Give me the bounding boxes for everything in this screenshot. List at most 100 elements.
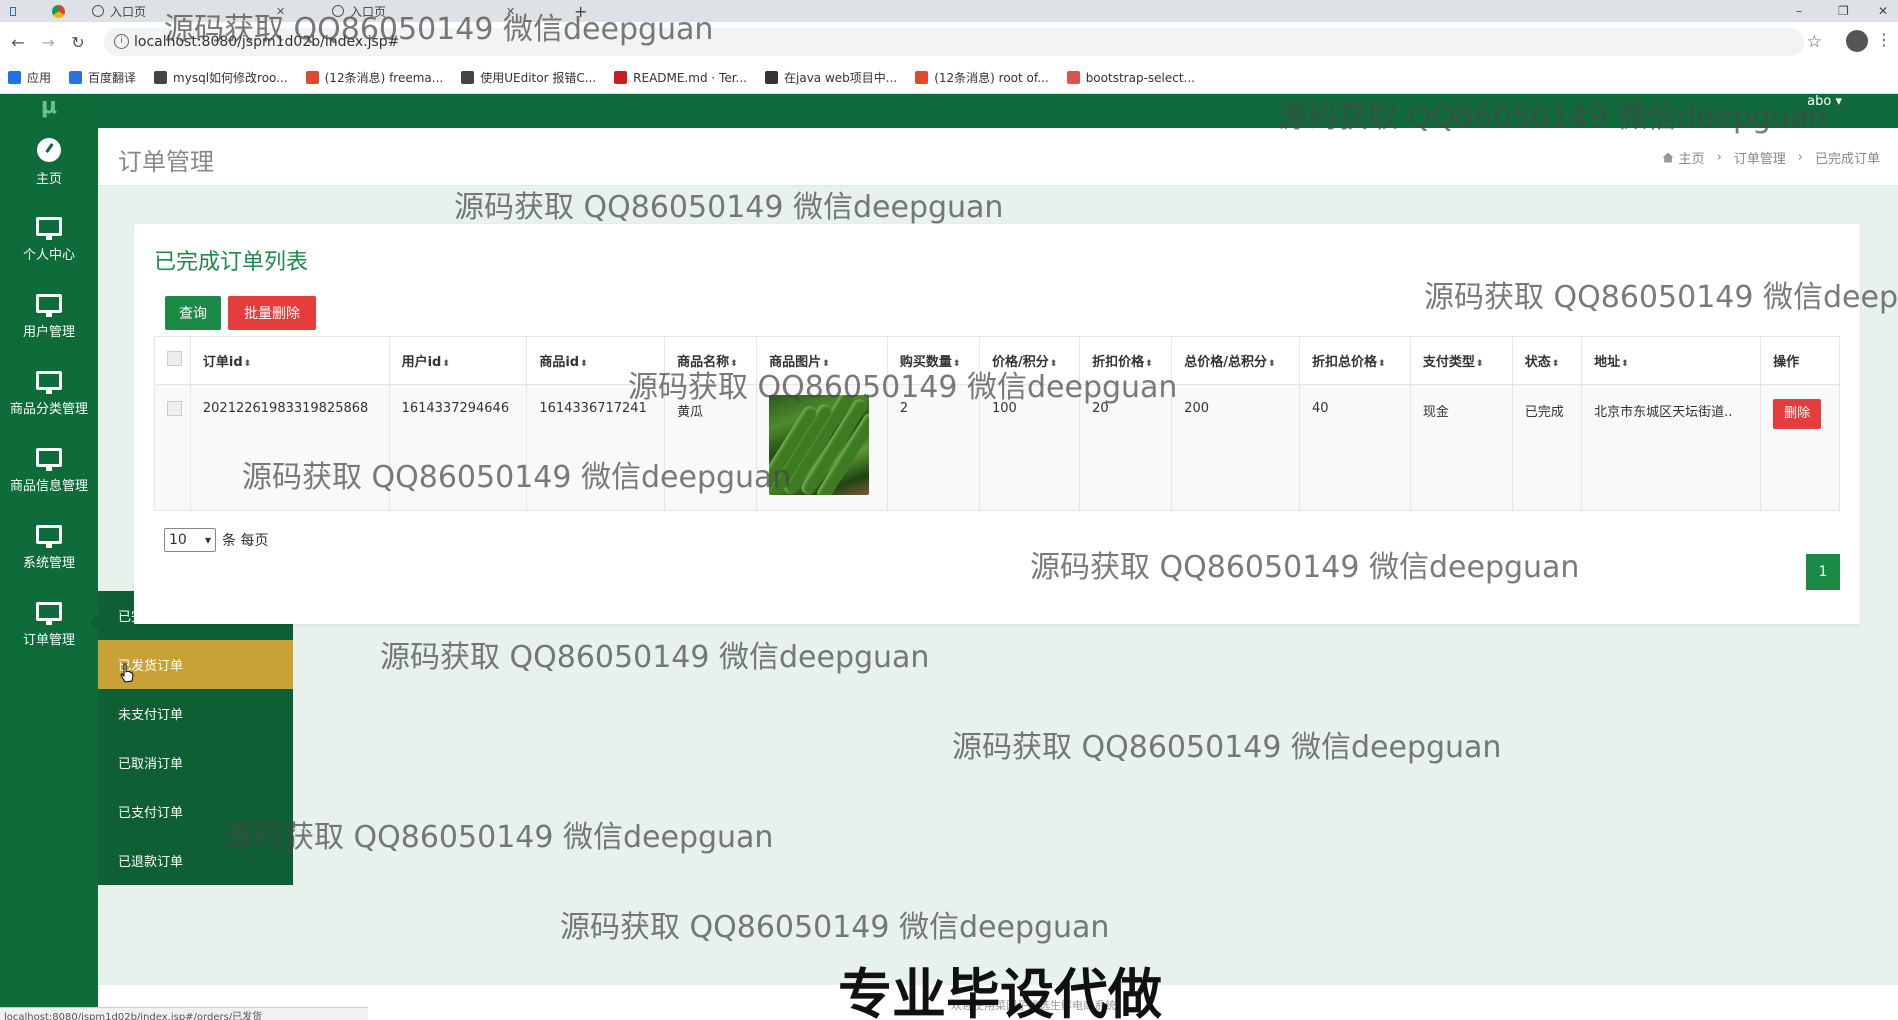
bookmark-item[interactable]: 使用UEditor 报错C... bbox=[461, 69, 596, 86]
globe-icon bbox=[92, 5, 104, 17]
sidebar-item-goods[interactable]: 商品信息管理 bbox=[0, 432, 98, 509]
minimize-icon[interactable]: – bbox=[1790, 0, 1802, 22]
star-icon[interactable]: ☆ bbox=[1807, 32, 1822, 52]
sidebar-item-system[interactable]: 系统管理 bbox=[0, 509, 98, 586]
column-header[interactable]: 用户id⬍ bbox=[388, 336, 528, 385]
breadcrumb-home[interactable]: 主页 bbox=[1679, 148, 1705, 167]
bookmark-label: mysql如何修改roo... bbox=[173, 71, 288, 85]
watermark-text: 源码获取 QQ86050149 微信deepguan bbox=[164, 12, 714, 47]
column-header[interactable]: 订单id⬍ bbox=[189, 336, 390, 385]
tab-label: 入口页 bbox=[110, 4, 147, 19]
bookmark-apps[interactable]: 应用 bbox=[8, 69, 51, 86]
select-all-checkbox[interactable] bbox=[167, 351, 182, 366]
window-close-icon[interactable]: ✕ bbox=[1872, 0, 1888, 22]
watermark-text: 源码获取 QQ86050149 微信deepguan bbox=[628, 370, 1178, 405]
bookmark-favicon-icon bbox=[915, 71, 929, 84]
monitor-icon bbox=[36, 370, 62, 394]
bookmark-item[interactable]: mysql如何修改roo... bbox=[154, 69, 288, 86]
select-all-cell bbox=[154, 336, 191, 385]
delete-button[interactable]: 删除 bbox=[1773, 399, 1822, 429]
back-icon[interactable]: ← bbox=[6, 33, 30, 52]
breadcrumb: 主页 › 订单管理 › 已完成订单 bbox=[1662, 148, 1880, 167]
bookmark-favicon-icon bbox=[614, 71, 628, 84]
sidebar-item-profile[interactable]: 个人中心 bbox=[0, 201, 98, 278]
cell-status: 已完成 bbox=[1511, 384, 1583, 511]
bookmark-item[interactable]: (12条消息) root of... bbox=[915, 69, 1049, 86]
bookmark-favicon-icon bbox=[154, 71, 168, 84]
breadcrumb-orders[interactable]: 订单管理 bbox=[1734, 148, 1786, 167]
bookmark-label: bootstrap-select... bbox=[1085, 70, 1195, 85]
sidebar-item-category[interactable]: 商品分类管理 bbox=[0, 355, 98, 432]
hand-cursor-icon bbox=[120, 663, 134, 683]
panel-title: 已完成订单列表 bbox=[154, 250, 309, 275]
bookmark-favicon-icon bbox=[461, 71, 475, 84]
cell-pay-type: 现金 bbox=[1409, 384, 1513, 511]
submenu-unpaid-orders[interactable]: 未支付订单 bbox=[98, 689, 293, 738]
sidebar-item-label: 主页 bbox=[35, 172, 62, 187]
submenu-cancelled-orders[interactable]: 已取消订单 bbox=[98, 738, 293, 787]
sidebar-item-orders[interactable]: 订单管理 bbox=[0, 586, 98, 663]
sidebar-item-label: 系统管理 bbox=[22, 555, 75, 571]
column-header[interactable]: 折扣总价格⬍ bbox=[1298, 336, 1411, 385]
info-icon[interactable]: i bbox=[114, 34, 129, 49]
sidebar: μ 主页 个人中心 用户管理 商品分类管理 商品信息管理 系统管理 订单管理 bbox=[0, 94, 98, 1020]
status-bar: localhost:8080/jspm1d02b/index.jsp#/orde… bbox=[0, 1007, 368, 1020]
apps-grid-icon bbox=[8, 71, 21, 84]
bookmark-favicon-icon bbox=[69, 71, 83, 84]
query-button[interactable]: 查询 bbox=[165, 296, 221, 330]
sort-icon: ⬍ bbox=[1377, 359, 1386, 369]
sidebar-item-label: 订单管理 bbox=[22, 632, 75, 648]
bookmark-label: README.md · Ter... bbox=[633, 70, 747, 85]
bookmark-favicon-icon bbox=[305, 71, 319, 84]
row-select-cell bbox=[154, 384, 191, 511]
watermark-text: 源码获取 QQ86050149 微信deepguan bbox=[1278, 100, 1828, 135]
cell-address: 北京市东城区天坛街道.. bbox=[1581, 384, 1762, 511]
sort-icon: ⬍ bbox=[1475, 359, 1484, 369]
sidebar-item-label: 商品信息管理 bbox=[9, 478, 88, 494]
monitor-icon bbox=[36, 601, 62, 625]
watermark-text: 源码获取 QQ86050149 微信deepguan bbox=[1424, 280, 1898, 315]
cell-discount-total: 40 bbox=[1298, 384, 1411, 511]
watermark-text: 源码获取 QQ86050149 微信deepguan bbox=[454, 190, 1004, 225]
sidebar-item-label: 商品分类管理 bbox=[9, 401, 88, 417]
sort-icon: ⬍ bbox=[580, 359, 588, 369]
column-header[interactable]: 总价格/总积分⬍ bbox=[1171, 336, 1300, 385]
batch-delete-button[interactable]: 批量删除 bbox=[228, 296, 316, 330]
watermark-text: 源码获取 QQ86050149 微信deepguan bbox=[1030, 550, 1580, 585]
column-header[interactable]: 支付类型⬍ bbox=[1409, 336, 1513, 385]
mail-icon[interactable] bbox=[4, 0, 16, 22]
bookmark-label: 使用UEditor 报错C... bbox=[480, 71, 597, 85]
sort-icon: ⬍ bbox=[1551, 359, 1560, 369]
cell-actions: 删除 bbox=[1760, 384, 1840, 511]
watermark-text: 源码获取 QQ86050149 微信deepguan bbox=[224, 820, 774, 855]
pagination-page-1[interactable]: 1 bbox=[1806, 554, 1840, 590]
bookmark-item[interactable]: 百度翻译 bbox=[69, 69, 136, 86]
sidebar-item-home[interactable]: 主页 bbox=[0, 124, 98, 201]
bookmark-label: 在java web项目中... bbox=[784, 71, 898, 85]
bookmark-item[interactable]: 在java web项目中... bbox=[765, 69, 897, 86]
bookmark-item[interactable]: README.md · Ter... bbox=[614, 71, 747, 85]
page-size-select[interactable]: 10 bbox=[164, 528, 216, 552]
sort-icon: ⬍ bbox=[1621, 359, 1629, 369]
bookmark-item[interactable]: (12条消息) freema... bbox=[305, 69, 443, 86]
bookmarks-bar: 应用 百度翻译 mysql如何修改roo... (12条消息) freema... 使用… bbox=[0, 62, 1898, 94]
sort-icon: ⬍ bbox=[243, 359, 252, 369]
more-icon[interactable]: ⋮ bbox=[1876, 30, 1892, 49]
row-checkbox[interactable] bbox=[167, 401, 182, 416]
column-header[interactable]: 地址⬍ bbox=[1581, 336, 1762, 385]
page-header: 订单管理 主页 › 订单管理 › 已完成订单 bbox=[98, 128, 1898, 186]
bookmark-item[interactable]: bootstrap-select... bbox=[1066, 70, 1195, 85]
chrome-icon[interactable] bbox=[46, 0, 65, 22]
forward-icon[interactable]: → bbox=[36, 33, 60, 52]
column-header[interactable]: 状态⬍ bbox=[1511, 336, 1583, 385]
dashboard-icon bbox=[37, 138, 61, 162]
sidebar-item-label: 个人中心 bbox=[22, 247, 75, 263]
restore-icon[interactable]: ❐ bbox=[1832, 0, 1849, 22]
home-icon bbox=[1662, 152, 1674, 163]
sidebar-item-users[interactable]: 用户管理 bbox=[0, 278, 98, 355]
cell-total: 200 bbox=[1171, 384, 1300, 511]
bookmark-label: 百度翻译 bbox=[88, 71, 137, 85]
watermark-text: 源码获取 QQ86050149 微信deepguan bbox=[952, 730, 1502, 765]
reload-icon[interactable]: ↻ bbox=[66, 33, 90, 52]
account-icon[interactable] bbox=[1846, 30, 1868, 52]
